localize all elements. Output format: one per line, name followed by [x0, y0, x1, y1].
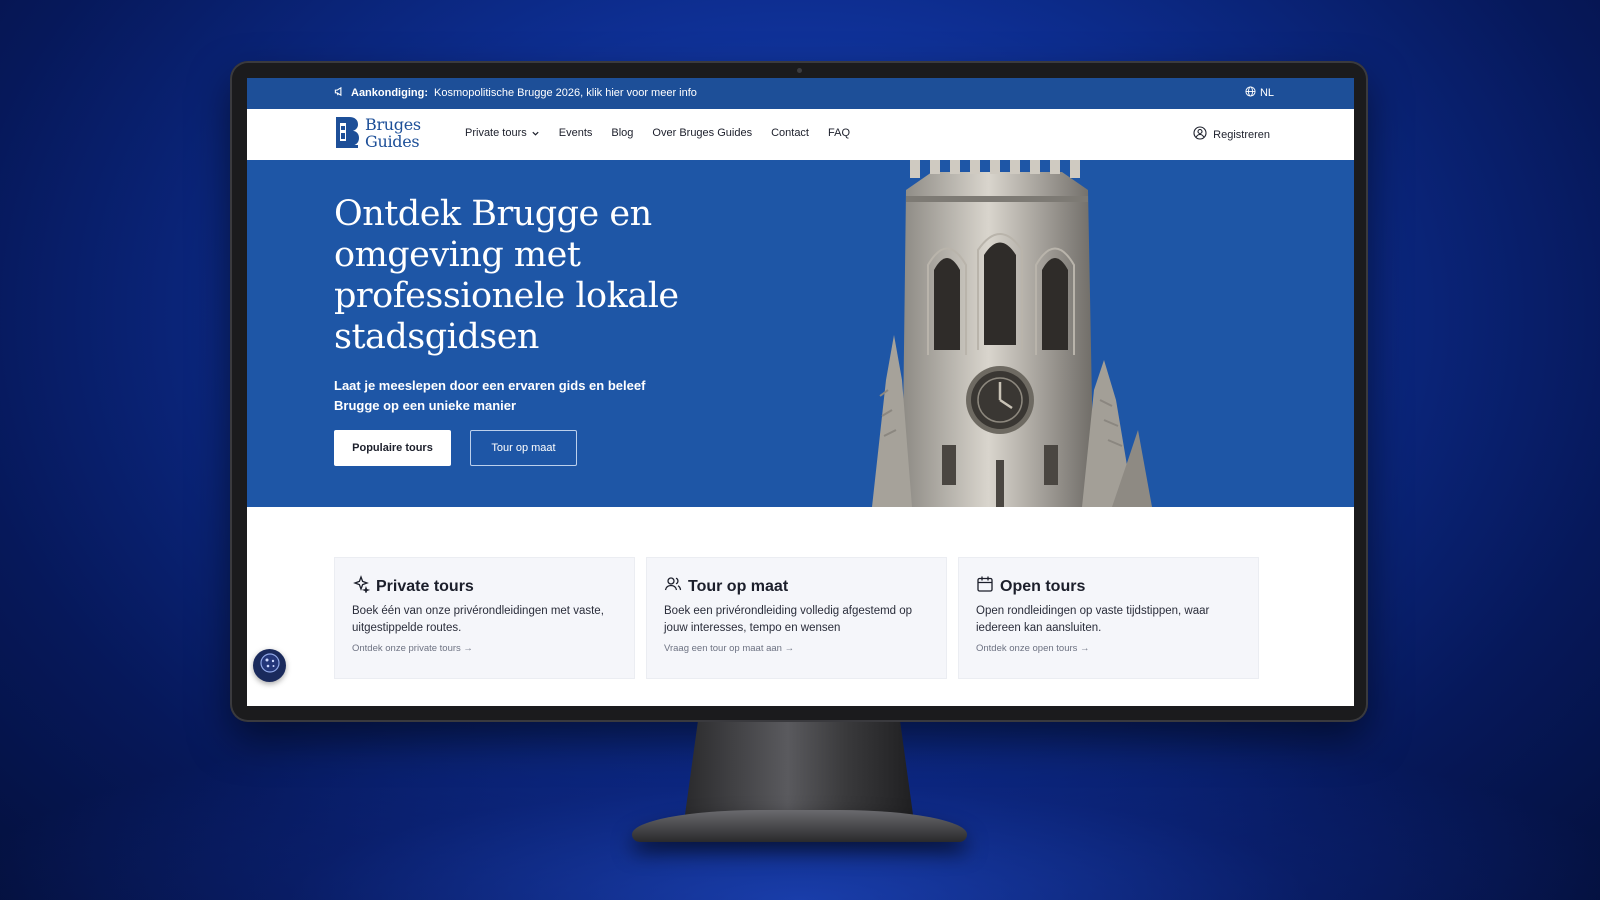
card-description: Boek één van onze privérondleidingen met…	[352, 605, 604, 634]
card-custom-tour[interactable]: Tour op maat Boek een privérondleiding v…	[646, 557, 947, 679]
card-open-tours[interactable]: Open tours Open rondleidingen op vaste t…	[958, 557, 1259, 679]
card-private-tours[interactable]: Private tours Boek één van onze privéron…	[334, 557, 635, 679]
nav-item-events[interactable]: Events	[559, 127, 593, 139]
monitor-stand-base	[632, 810, 967, 842]
belfry-tower-image	[872, 160, 1152, 507]
cookie-icon	[259, 652, 281, 679]
card-description: Open rondleidingen op vaste tijdstippen,…	[976, 605, 1210, 634]
calendar-icon	[976, 575, 994, 598]
hero-title: Ontdek Brugge en omgeving met profession…	[334, 194, 679, 357]
announcement-bar: Aankondiging: Kosmopolitische Brugge 202…	[247, 78, 1354, 109]
announcement-label: Aankondiging:	[351, 87, 428, 99]
announcement-link[interactable]: Aankondiging: Kosmopolitische Brugge 202…	[334, 86, 697, 100]
globe-icon	[1245, 86, 1256, 100]
popular-tours-button[interactable]: Populaire tours	[334, 430, 451, 466]
website-screen: Aankondiging: Kosmopolitische Brugge 202…	[247, 78, 1354, 706]
nav-item-faq[interactable]: FAQ	[828, 127, 850, 139]
card-title: Open tours	[1000, 577, 1086, 595]
nav-item-over-bruges-guides[interactable]: Over Bruges Guides	[652, 127, 752, 139]
nav-menu: Private tours Events Blog Over Bruges Gu…	[465, 127, 850, 139]
user-circle-icon	[1193, 126, 1207, 143]
chevron-down-icon	[531, 129, 540, 138]
tour-types-cards: Private tours Boek één van onze privéron…	[334, 557, 1259, 679]
main-navigation: Bruges Guides Private tours Events Blog …	[247, 109, 1354, 161]
card-link[interactable]: Vraag een tour op maat aan →	[664, 643, 929, 654]
monitor-camera	[797, 68, 802, 73]
logo-line-1: Bruges	[365, 115, 421, 134]
hero-subtitle: Laat je meeslepen door een ervaren gids …	[334, 378, 646, 413]
megaphone-icon	[334, 86, 345, 100]
sparkle-icon	[352, 575, 371, 598]
card-title: Tour op maat	[688, 577, 789, 595]
announcement-text: Kosmopolitische Brugge 2026, klik hier v…	[434, 87, 697, 99]
custom-tour-button[interactable]: Tour op maat	[470, 430, 577, 466]
register-link[interactable]: Registreren	[1193, 126, 1270, 143]
site-logo[interactable]: Bruges Guides	[334, 115, 421, 151]
card-link[interactable]: Ontdek onze open tours →	[976, 643, 1241, 654]
hero-section: Ontdek Brugge en omgeving met profession…	[247, 160, 1354, 507]
users-icon	[664, 575, 682, 598]
monitor-stand-neck	[684, 722, 914, 822]
logo-b-mark-icon	[336, 117, 359, 148]
nav-item-label: Private tours	[465, 127, 527, 139]
card-link[interactable]: Ontdek onze private tours →	[352, 643, 617, 654]
language-code: NL	[1259, 87, 1274, 99]
nav-item-blog[interactable]: Blog	[611, 127, 633, 139]
language-switcher[interactable]: NL	[1245, 86, 1274, 100]
nav-item-contact[interactable]: Contact	[771, 127, 809, 139]
register-label: Registreren	[1213, 128, 1270, 141]
card-title: Private tours	[376, 577, 474, 595]
card-description: Boek een privérondleiding volledig afges…	[664, 605, 913, 634]
nav-item-private-tours[interactable]: Private tours	[465, 127, 540, 139]
cookie-settings-button[interactable]	[253, 649, 286, 682]
logo-line-2: Guides	[365, 132, 420, 151]
